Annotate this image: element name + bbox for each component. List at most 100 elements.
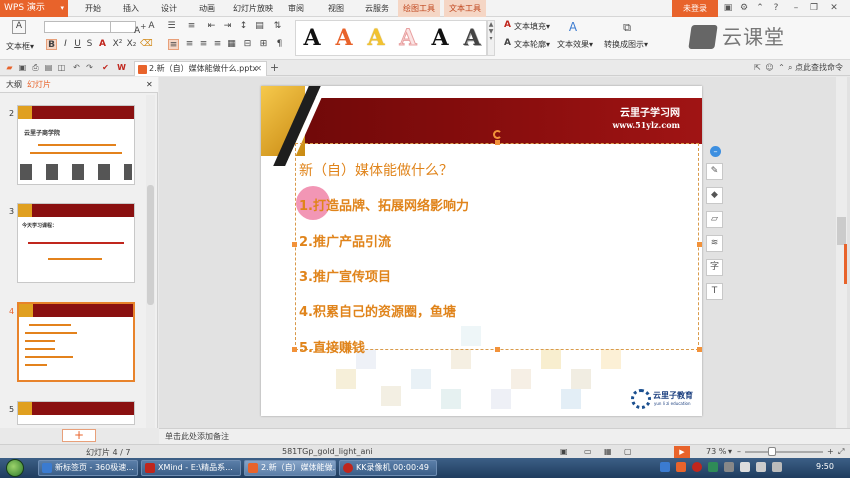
style-pink-outline[interactable]: A xyxy=(394,23,422,53)
font-color-icon[interactable]: A xyxy=(97,39,108,50)
resize-handle-top[interactable] xyxy=(495,140,500,145)
text-outline-button[interactable]: 文本轮廓▾ xyxy=(514,39,556,50)
slide-thumbnail-5[interactable] xyxy=(17,401,135,425)
direction-icon[interactable]: ⇅ xyxy=(272,21,283,32)
collapse-toolbar-icon[interactable]: – xyxy=(710,146,721,157)
number-list-icon[interactable]: ≡ xyxy=(186,21,197,32)
zoom-slider[interactable] xyxy=(745,451,823,453)
bullet-item-2[interactable]: 2.推广产品引流 xyxy=(299,231,391,250)
app-menu-button[interactable]: WPS 演示 ▾ xyxy=(0,0,68,17)
tray-icon[interactable] xyxy=(676,462,686,472)
taskbar-recorder[interactable]: KK录像机 00:00:49 xyxy=(339,460,437,476)
zoom-in-icon[interactable]: + xyxy=(827,447,834,456)
outline-icon[interactable]: ▱ xyxy=(706,211,723,228)
textbox-button[interactable]: 文本框▾ xyxy=(4,41,36,52)
bold-icon[interactable]: B xyxy=(46,39,57,50)
open-folder-icon[interactable]: ▰ xyxy=(4,62,15,73)
text-box-align-icon[interactable]: ⊞ xyxy=(258,39,269,50)
start-button[interactable] xyxy=(6,459,24,477)
resize-handle-bottom-right[interactable] xyxy=(697,347,702,352)
expand-icon[interactable]: ⌃ xyxy=(776,62,787,73)
style-black[interactable]: A xyxy=(298,23,326,53)
tray-icon[interactable] xyxy=(724,462,734,472)
tray-icon[interactable] xyxy=(708,462,718,472)
resize-handle-right[interactable] xyxy=(697,242,702,247)
flag-icon[interactable] xyxy=(772,462,782,472)
share-icon[interactable]: ⇱ xyxy=(752,62,763,73)
slide-thumbnail-3[interactable]: 今天学习课程： xyxy=(17,203,135,283)
wps-icon[interactable]: W xyxy=(116,62,127,73)
menu-design[interactable]: 设计 xyxy=(156,0,182,17)
text-fill-icon[interactable]: A xyxy=(502,20,513,31)
rotate-icon[interactable] xyxy=(493,130,502,139)
menu-text-tools[interactable]: 文本工具 xyxy=(444,0,486,17)
menu-drawing-tools[interactable]: 绘图工具 xyxy=(398,0,440,17)
minimize-ribbon-icon[interactable]: ⌃ xyxy=(754,2,766,14)
superscript-icon[interactable]: X² xyxy=(112,39,123,50)
panel-scrollbar[interactable] xyxy=(146,95,155,428)
bullet-list-icon[interactable]: ☰ xyxy=(166,21,177,32)
current-slide[interactable]: 云里子学习网 www.51ylz.com 新（自）媒体能做什么？ 1.打造品牌、… xyxy=(261,86,702,416)
add-slide-button[interactable]: + xyxy=(62,429,96,442)
align-left-icon[interactable]: ≡ xyxy=(168,39,179,50)
editor-scrollbar[interactable] xyxy=(836,77,847,428)
convert-to-image-button[interactable]: 转换成图示▾ xyxy=(602,39,650,50)
tab-slides[interactable]: 幻灯片 xyxy=(27,77,51,93)
bullet-item-3[interactable]: 3.推广宣传项目 xyxy=(299,266,391,285)
export-pdf-icon[interactable]: ▤ xyxy=(43,62,54,73)
help-icon[interactable]: ? xyxy=(770,2,782,14)
close-panel-icon[interactable]: ✕ xyxy=(146,77,153,93)
text-format-icon[interactable]: T xyxy=(706,283,723,300)
notes-pane[interactable]: 单击此处添加备注 xyxy=(159,428,850,444)
settings-icon[interactable]: ⚙ xyxy=(738,2,750,14)
columns-icon[interactable]: ▤ xyxy=(254,21,265,32)
style-grey[interactable]: A xyxy=(458,23,486,53)
style-yellow[interactable]: A xyxy=(362,23,390,53)
taskbar-wps[interactable]: 2.新（自）媒体能做... xyxy=(244,460,336,476)
sorter-view-icon[interactable]: ▦ xyxy=(604,447,612,456)
print-icon[interactable]: ⎙ xyxy=(30,62,41,73)
convert-image-icon[interactable]: ⧉ xyxy=(620,22,634,36)
format-painter-icon[interactable]: ✔ xyxy=(100,62,111,73)
text-outline-icon[interactable]: A xyxy=(502,38,513,49)
menu-cloud[interactable]: 云服务 xyxy=(360,0,394,17)
resize-handle-bottom[interactable] xyxy=(495,347,500,352)
new-tab-icon[interactable]: + xyxy=(269,62,280,73)
style-black-shadow[interactable]: A xyxy=(426,23,454,53)
save-icon[interactable]: ▣ xyxy=(17,62,28,73)
bullet-item-5[interactable]: 5.直接赚钱 xyxy=(299,337,365,356)
document-tab[interactable]: 2.新（自）媒体能做什么.pptx ✕ xyxy=(134,61,267,76)
text-style-icon[interactable]: 字 xyxy=(706,259,723,276)
menu-animation[interactable]: 动画 xyxy=(194,0,220,17)
user-icon[interactable]: ☺ xyxy=(764,62,775,73)
line-spacing-icon[interactable]: ↕ xyxy=(238,21,249,32)
preview-icon[interactable]: ◫ xyxy=(56,62,67,73)
italic-icon[interactable]: I xyxy=(60,39,71,50)
text-effect-icon[interactable]: A xyxy=(566,21,580,36)
text-fill-button[interactable]: 文本填充▾ xyxy=(514,21,556,32)
textbox-icon[interactable]: A xyxy=(12,20,26,34)
zoom-out-icon[interactable]: – xyxy=(737,447,741,456)
paragraph-icon[interactable]: ¶ xyxy=(274,39,285,50)
redo-icon[interactable]: ↷ xyxy=(84,62,95,73)
normal-view-icon[interactable]: ▭ xyxy=(584,447,592,456)
align-center-icon[interactable]: ≡ xyxy=(184,39,195,50)
minimize-icon[interactable]: – xyxy=(790,2,802,14)
reading-view-icon[interactable]: ▢ xyxy=(624,447,632,456)
bullet-item-1[interactable]: 1.打造品牌、拓展网络影响力 xyxy=(299,195,469,214)
font-grow-icon[interactable]: A+ xyxy=(134,21,146,36)
skin-icon[interactable]: ▣ xyxy=(722,2,734,14)
slide-thumbnail-2[interactable]: 云里子商学院 xyxy=(17,105,135,185)
style-orange[interactable]: A xyxy=(330,23,358,53)
gallery-scroll[interactable]: ▲ ▼ ▾ xyxy=(487,20,495,56)
menu-slideshow[interactable]: 幻灯片放映 xyxy=(230,0,276,17)
resize-handle-bottom-left[interactable] xyxy=(292,347,297,352)
restore-icon[interactable]: ❐ xyxy=(808,2,820,14)
shadow-icon[interactable]: S xyxy=(84,39,95,50)
align-right-icon[interactable]: ≡ xyxy=(198,39,209,50)
login-button[interactable]: 未登录 xyxy=(672,0,718,17)
zoom-dropdown-icon[interactable]: ▾ xyxy=(728,447,732,456)
command-search[interactable]: ⌕ 点此查找命令 xyxy=(788,62,843,73)
menu-home[interactable]: 开始 xyxy=(80,0,106,17)
menu-review[interactable]: 审阅 xyxy=(283,0,309,17)
